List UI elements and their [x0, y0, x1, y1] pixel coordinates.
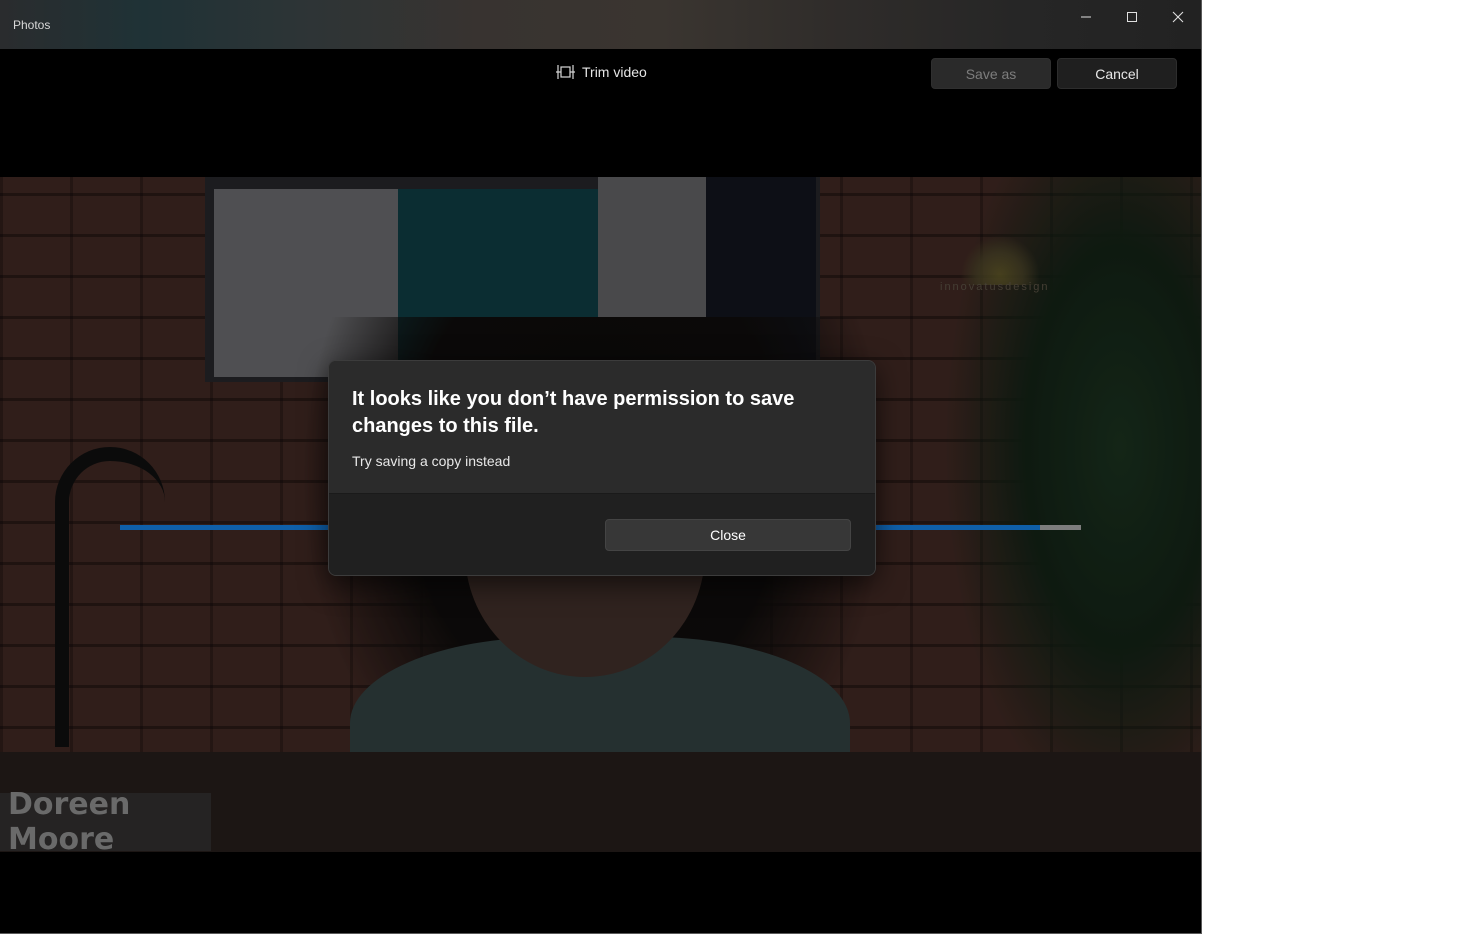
photos-window: Photos Trim video Save as Cancel innovat…: [0, 0, 1202, 934]
minimize-icon: [1081, 16, 1091, 18]
dialog-content: It looks like you don’t have permission …: [329, 361, 875, 493]
close-icon: [1172, 11, 1184, 23]
trim-video-mode: Trim video: [555, 63, 647, 81]
cancel-button[interactable]: Cancel: [1057, 58, 1177, 89]
app-title: Photos: [13, 18, 51, 32]
minimize-button[interactable]: [1063, 4, 1109, 30]
permission-dialog: It looks like you don’t have permission …: [328, 360, 876, 576]
dialog-message: Try saving a copy instead: [352, 453, 511, 469]
maximize-button[interactable]: [1109, 4, 1155, 30]
dialog-footer: Close: [329, 493, 875, 575]
save-as-button[interactable]: Save as: [931, 58, 1051, 89]
trim-track-selected[interactable]: [874, 525, 1040, 530]
dialog-title: It looks like you don’t have permission …: [352, 388, 795, 437]
trim-video-label: Trim video: [582, 64, 647, 80]
bottom-area: [0, 852, 1201, 933]
dialog-close-button[interactable]: Close: [605, 519, 851, 551]
trim-icon: [556, 65, 575, 79]
trim-track-unselected[interactable]: [1040, 525, 1081, 530]
name-overlay: Doreen Moore: [0, 787, 211, 852]
window-close-button[interactable]: [1155, 4, 1201, 30]
speaker-name: Doreen Moore: [8, 787, 131, 852]
trim-track-left[interactable]: [120, 525, 330, 530]
title-bar[interactable]: Photos: [0, 0, 1201, 49]
editor-toolbar: Trim video Save as Cancel: [0, 49, 1201, 177]
maximize-icon: [1127, 12, 1137, 22]
